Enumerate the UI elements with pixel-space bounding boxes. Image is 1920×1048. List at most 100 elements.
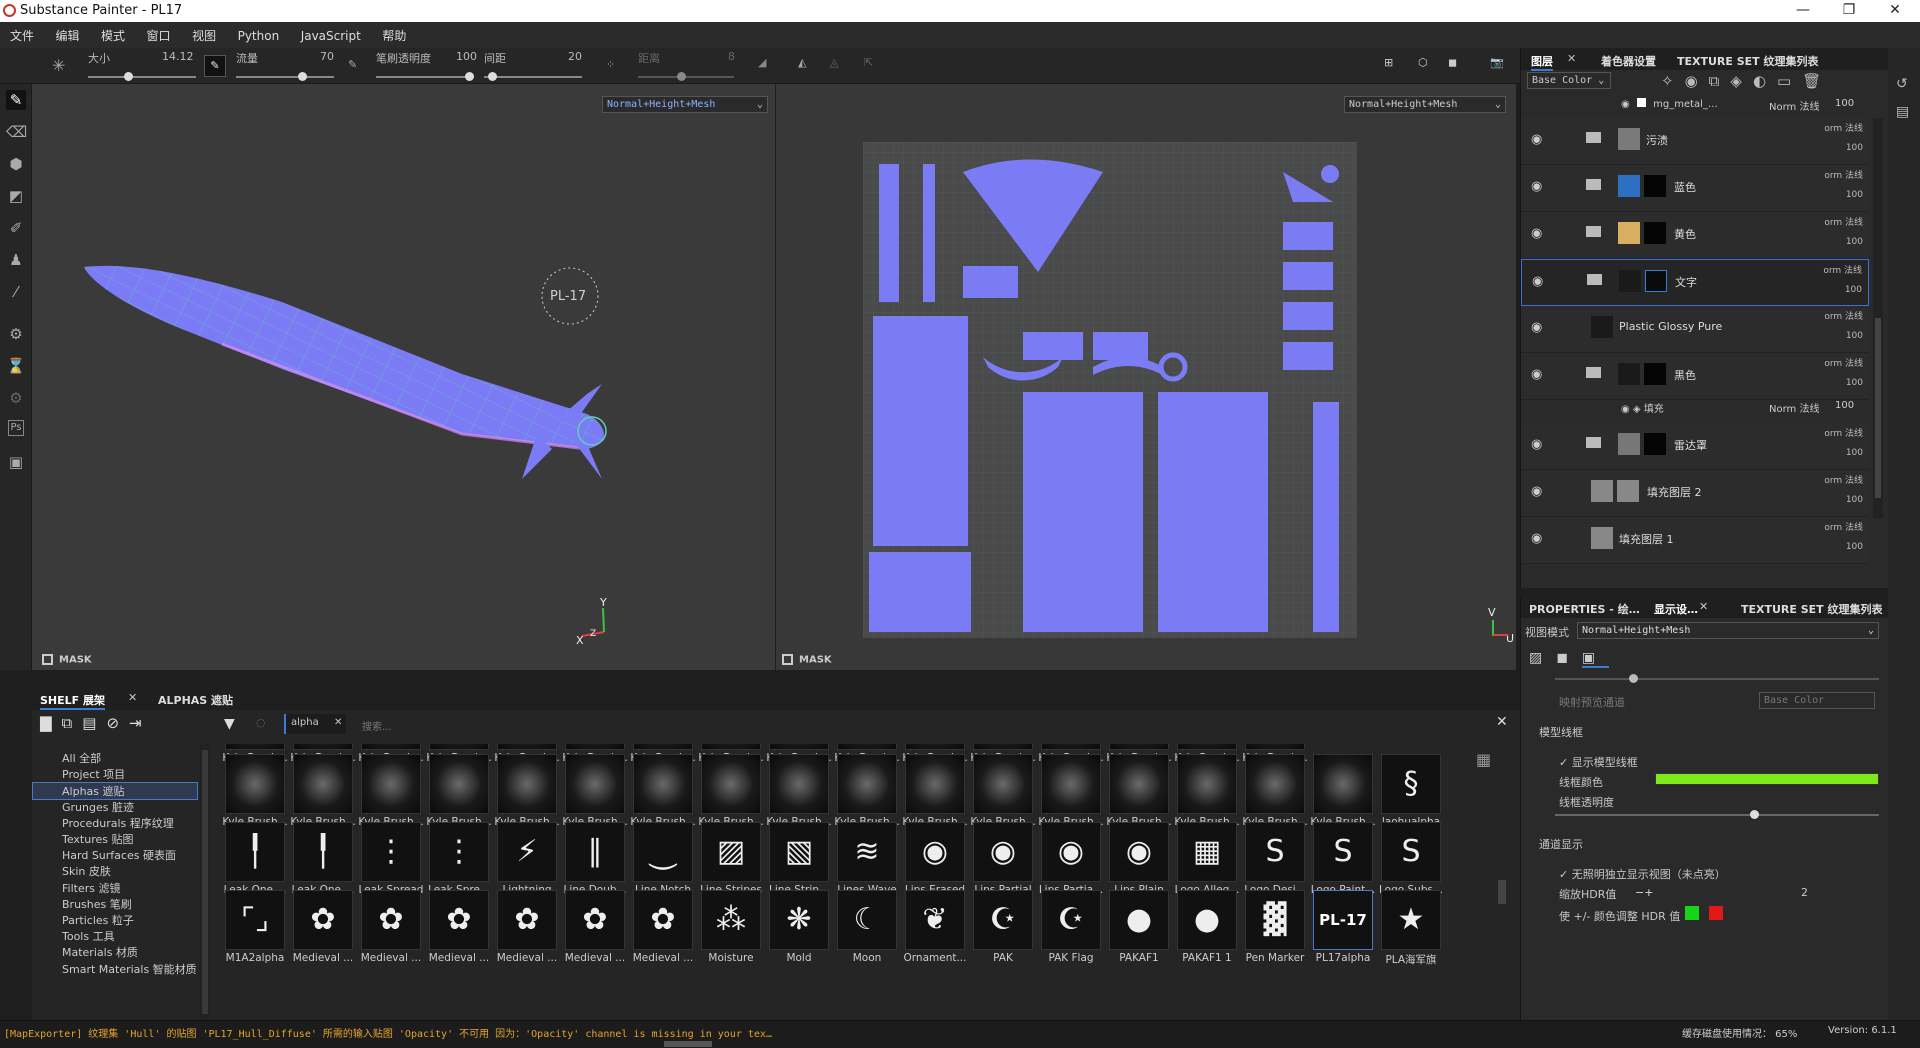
projection-icon[interactable]: ⬢ bbox=[6, 154, 26, 174]
cube-view-icon[interactable]: ⬡ bbox=[1418, 56, 1428, 69]
layer-row[interactable]: ◉ 雷达罩 orm 法线 100 bbox=[1521, 423, 1869, 470]
alpha-thumbnail-item[interactable]: ⏝Line Notch bbox=[630, 822, 696, 896]
layer-thumbnail[interactable] bbox=[1591, 527, 1613, 549]
layer-mask-thumbnail[interactable] bbox=[1645, 270, 1667, 292]
shelf-category-item[interactable]: Smart Materials 智能材质 bbox=[62, 961, 197, 977]
hide-icon[interactable]: ⊘ bbox=[106, 714, 129, 732]
shelf-category-item[interactable]: Materials 材质 bbox=[62, 944, 138, 960]
alpha-thumbnail-item[interactable]: ∥Line Doub... bbox=[562, 822, 628, 896]
layer-blend-mode[interactable]: orm 法线 bbox=[1824, 426, 1863, 439]
add-layer-icon[interactable]: ⧉ bbox=[1709, 72, 1731, 90]
brush-opacity-knob[interactable] bbox=[465, 72, 474, 81]
shelf-category-item[interactable]: Brushes 笔刷 bbox=[62, 896, 132, 912]
layer-folder-icon[interactable] bbox=[1586, 132, 1601, 143]
hdr-plus-color-swatch[interactable] bbox=[1709, 906, 1723, 920]
alpha-thumbnail-item[interactable]: ⋮Leak Spread bbox=[358, 822, 424, 896]
tab-properties[interactable]: PROPERTIES - 绘… bbox=[1529, 601, 1640, 617]
polygon-fill-icon[interactable]: ◩ bbox=[6, 186, 26, 206]
refresh-icon[interactable]: ◌ bbox=[256, 716, 266, 729]
viewport-2d-uv[interactable]: Normal+Height+Mesh ⌄ V U MASK bbox=[776, 84, 1516, 670]
hdr-minus-color-swatch[interactable] bbox=[1685, 906, 1699, 920]
layer-row[interactable]: ◉ 黄色 orm 法线 100 bbox=[1521, 212, 1869, 259]
tab-layers[interactable]: 图层 bbox=[1531, 53, 1553, 71]
menu-file[interactable]: 文件 bbox=[0, 22, 42, 44]
layer-opacity[interactable]: 100 bbox=[1846, 378, 1863, 388]
top-slider[interactable] bbox=[1555, 674, 1879, 683]
distance-slider-knob[interactable] bbox=[677, 72, 686, 81]
add-smart-mask-icon[interactable]: ◐ bbox=[1753, 72, 1777, 90]
alpha-thumbnail-item[interactable]: ✿ Medieval ... bbox=[562, 890, 628, 964]
add-folder-icon[interactable]: ▭ bbox=[1777, 72, 1802, 90]
layer-visibility-eye-icon[interactable]: ◉ bbox=[1531, 484, 1542, 499]
menu-view[interactable]: 视图 bbox=[182, 22, 224, 44]
delete-layer-icon[interactable]: 🗑 bbox=[1802, 72, 1832, 90]
layer-folder-icon[interactable] bbox=[1587, 274, 1602, 285]
filter-tag-chip[interactable]: alpha ✕ bbox=[284, 714, 346, 734]
alpha-thumbnail-item[interactable]: Kyle Brush... bbox=[426, 754, 492, 828]
alpha-thumbnail-item[interactable]: Kyle Brush... bbox=[1242, 754, 1308, 828]
alpha-thumbnail-item[interactable]: ◉Lips Erased bbox=[902, 822, 968, 896]
fill-eye-icon[interactable]: ◉ bbox=[1621, 404, 1630, 415]
layer-opacity[interactable]: 100 bbox=[1846, 448, 1863, 458]
shelf-category-item[interactable]: Hard Surfaces 硬表面 bbox=[62, 847, 176, 863]
alpha-thumbnail-item[interactable]: ◉Lips Partia... bbox=[1038, 822, 1104, 896]
alpha-thumbnail-item[interactable]: ≋Lines Wave bbox=[834, 822, 900, 896]
maximize-button[interactable]: ❐ bbox=[1826, 0, 1872, 22]
tab-shelf[interactable]: SHELF 展架 bbox=[40, 692, 105, 710]
unlit-checkbox[interactable]: ✓ 无照明独立显示视图（未点亮） bbox=[1559, 866, 1726, 882]
sublayer-eye-icon[interactable]: ◉ bbox=[1621, 99, 1630, 110]
layer-row[interactable]: ◉ 填充图层 2 orm 法线 100 bbox=[1521, 470, 1869, 517]
angle-icon[interactable]: ◢ bbox=[758, 56, 766, 69]
alpha-thumbnail-item[interactable]: ✿ Medieval ... bbox=[494, 890, 560, 964]
alpha-thumbnail-item[interactable]: Kyle Brush... bbox=[834, 754, 900, 828]
alpha-grid-scrollbar[interactable] bbox=[1498, 880, 1506, 904]
size-slider-knob[interactable] bbox=[124, 72, 133, 81]
spacing-slider-knob[interactable] bbox=[488, 72, 497, 81]
import-icon[interactable]: ⇥ bbox=[129, 714, 152, 732]
tab-texture-set-list-2[interactable]: TEXTURE SET 纹理集列表 bbox=[1741, 601, 1883, 617]
layer-row[interactable]: ◉ 蓝色 orm 法线 100 bbox=[1521, 165, 1869, 212]
filter-icon[interactable]: ▼ bbox=[224, 716, 235, 732]
layers-scrollbar[interactable] bbox=[1873, 118, 1883, 518]
menu-edit[interactable]: 编辑 bbox=[46, 22, 88, 44]
alpha-thumbnail-item[interactable]: SLogo Paint... bbox=[1310, 822, 1376, 896]
layer-opacity[interactable]: 100 bbox=[1846, 143, 1863, 153]
layer-thumbnail[interactable] bbox=[1591, 316, 1613, 338]
tab-alphas[interactable]: ALPHAS 遮贴 bbox=[158, 692, 233, 708]
shelf-category-item[interactable]: Tools 工具 bbox=[62, 928, 115, 944]
layer-folder-icon[interactable] bbox=[1586, 179, 1601, 190]
layer-blend-mode[interactable]: orm 法线 bbox=[1824, 121, 1863, 134]
menu-help[interactable]: 帮助 bbox=[372, 22, 414, 44]
bake-icon[interactable]: ⌛ bbox=[6, 356, 26, 376]
layer-visibility-eye-icon[interactable]: ◉ bbox=[1531, 179, 1542, 194]
fill-sublayer-opacity[interactable]: 100 bbox=[1835, 400, 1854, 411]
layer-blend-mode[interactable]: orm 法线 bbox=[1824, 473, 1863, 486]
mirror-off-icon[interactable]: ◬ bbox=[830, 56, 838, 69]
alpha-thumbnail-item[interactable]: Kyle Brush... bbox=[358, 754, 424, 828]
tiling-icon[interactable]: ⇱ bbox=[864, 56, 873, 69]
flow-slider[interactable] bbox=[236, 72, 334, 81]
camera-mode-icon[interactable]: ◼ bbox=[1448, 56, 1457, 69]
layer-mask-thumbnail[interactable] bbox=[1644, 222, 1666, 244]
brush-opacity-value[interactable]: 100 bbox=[456, 50, 477, 63]
tab-shelf-close-icon[interactable]: ✕ bbox=[128, 691, 137, 704]
alpha-thumbnail-item[interactable]: ☪ PAK bbox=[970, 890, 1036, 964]
tab-display-close-icon[interactable]: ✕ bbox=[1699, 600, 1708, 613]
alpha-thumbnail-item[interactable]: ✿ Medieval ... bbox=[358, 890, 424, 964]
alpha-thumbnail-item[interactable]: Kyle Brush... bbox=[766, 754, 832, 828]
alpha-thumbnail-item[interactable]: ● PAKAF1 bbox=[1106, 890, 1172, 964]
show-wire-checkbox[interactable]: ✓ 显示模型线框 bbox=[1559, 754, 1638, 770]
alpha-thumbnail-item[interactable]: ╿Leak One ... bbox=[290, 822, 356, 896]
layer-thumbnail[interactable] bbox=[1591, 480, 1613, 502]
layer-thumbnail[interactable] bbox=[1618, 175, 1640, 197]
alpha-thumbnail-item[interactable]: ╿Leak One ... bbox=[222, 822, 288, 896]
alpha-thumbnail-item[interactable]: ★ PLA海军旗 bbox=[1378, 890, 1444, 966]
clone-stamp-icon[interactable]: ♟ bbox=[6, 250, 26, 270]
tab-layers-close-icon[interactable]: ✕ bbox=[1567, 52, 1576, 65]
pen-pressure-icon[interactable]: ✎ bbox=[348, 58, 357, 71]
layer-visibility-eye-icon[interactable]: ◉ bbox=[1531, 531, 1542, 546]
alpha-thumbnail-item[interactable]: Kyle Brush... bbox=[970, 754, 1036, 828]
shelf-category-item[interactable]: Skin 皮肤 bbox=[62, 863, 111, 879]
menu-mode[interactable]: 模式 bbox=[91, 22, 133, 44]
alpha-thumbnail-item[interactable]: Kyle Brush... bbox=[1038, 754, 1104, 828]
